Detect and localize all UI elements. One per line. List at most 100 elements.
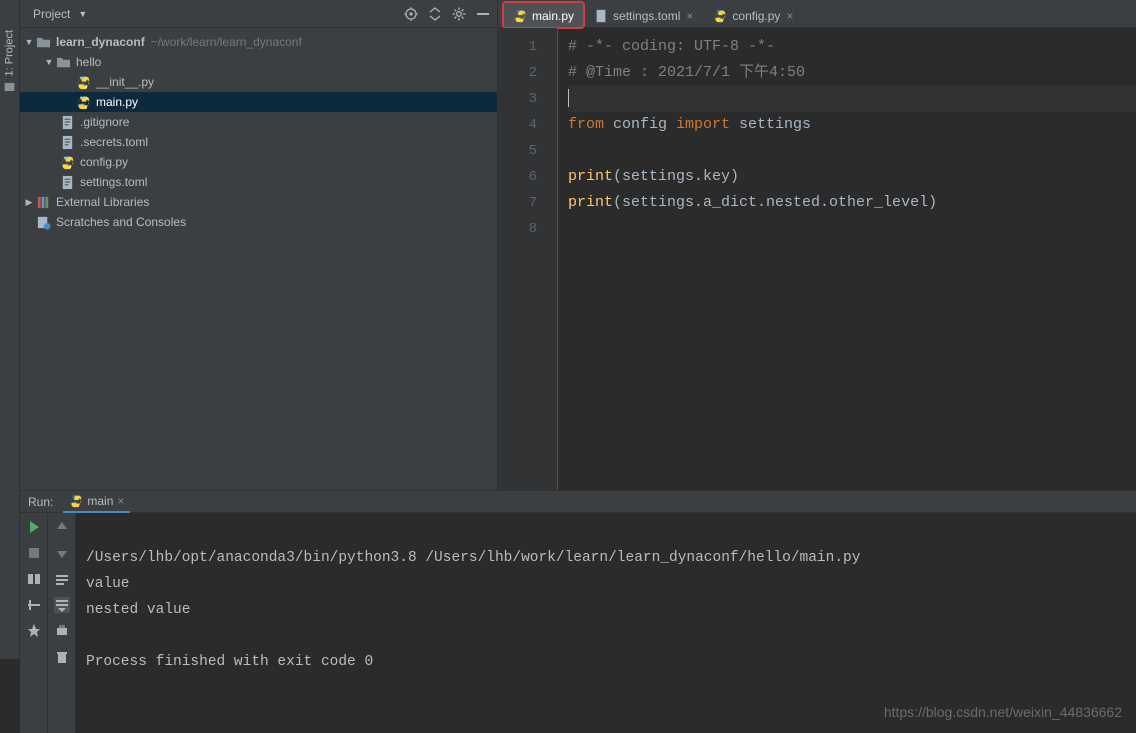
tree-external-libraries[interactable]: ▶ External Libraries — [20, 192, 497, 212]
run-console[interactable]: /Users/lhb/opt/anaconda3/bin/python3.8 /… — [76, 513, 1136, 733]
tree-file-init[interactable]: __init__.py — [20, 72, 497, 92]
code-editor[interactable]: # -*- coding: UTF-8 -*- # @Time : 2021/7… — [558, 28, 1136, 490]
close-icon[interactable]: × — [786, 9, 793, 23]
sidebar-title-text: Project — [33, 7, 70, 21]
text-file-icon — [60, 135, 75, 150]
watermark: https://blog.csdn.net/weixin_44836662 — [884, 699, 1122, 725]
tree-item-label: hello — [76, 55, 101, 69]
tab-label: config.py — [732, 9, 780, 23]
line-number: 6 — [498, 164, 537, 190]
code-text: # @Time : 2021/7/1 下午4:50 — [568, 64, 805, 81]
run-body: /Users/lhb/opt/anaconda3/bin/python3.8 /… — [20, 513, 1136, 733]
close-icon[interactable]: × — [117, 494, 124, 508]
toolstrip-project-label: 1: Project — [4, 30, 16, 76]
tool-strip: 1: Project — [0, 0, 20, 659]
code-text: print — [568, 168, 613, 185]
tree-root-label: learn_dynaconf — [56, 35, 145, 49]
tree-scratches[interactable]: Scratches and Consoles — [20, 212, 497, 232]
code-text: from — [568, 116, 604, 133]
scratches-icon — [36, 215, 51, 230]
run-pin-button[interactable] — [26, 623, 42, 639]
scroll-to-end-button[interactable] — [54, 597, 70, 613]
code-text: print — [568, 194, 613, 211]
hide-icon[interactable] — [475, 6, 491, 22]
line-number: 7 — [498, 190, 537, 216]
scroll-down-button[interactable] — [54, 545, 70, 561]
run-toolwindow: Run: main × /Users/lhb/ — [20, 490, 1136, 659]
code-text: import — [676, 116, 730, 133]
line-number: 8 — [498, 216, 537, 242]
tab-label: main.py — [532, 9, 574, 23]
console-line: nested value — [86, 602, 190, 618]
project-sidebar: Project ▼ ▼ learn_dynaconf ~/work/learn/… — [20, 0, 498, 490]
code-text: config — [604, 116, 676, 133]
gutter: 1 2 3 4 5 6 7 8 — [498, 28, 558, 490]
python-file-icon — [76, 95, 91, 110]
editor: main.py settings.toml × config.py × 1 2 … — [498, 0, 1136, 490]
caret — [568, 89, 569, 107]
chevron-down-icon: ▼ — [24, 37, 34, 47]
console-line: Process finished with exit code 0 — [86, 654, 373, 670]
python-file-icon — [76, 75, 91, 90]
line-number: 4 — [498, 112, 537, 138]
tree-file-secrets[interactable]: .secrets.toml — [20, 132, 497, 152]
trash-button[interactable] — [54, 649, 70, 665]
tree-root[interactable]: ▼ learn_dynaconf ~/work/learn/learn_dyna… — [20, 32, 497, 52]
code-text: settings — [730, 116, 811, 133]
tree-file-config[interactable]: config.py — [20, 152, 497, 172]
tree-folder-hello[interactable]: ▼ hello — [20, 52, 497, 72]
tree-root-path: ~/work/learn/learn_dynaconf — [151, 35, 302, 49]
run-attach-button[interactable] — [26, 597, 42, 613]
line-number: 5 — [498, 138, 537, 164]
python-file-icon — [60, 155, 75, 170]
line-number: 2 — [498, 60, 537, 86]
soft-wrap-button[interactable] — [54, 571, 70, 587]
python-file-icon — [513, 9, 527, 23]
tree-file-settings[interactable]: settings.toml — [20, 172, 497, 192]
line-number: 1 — [498, 34, 537, 60]
code-text: (settings.key) — [613, 168, 739, 185]
code-area: 1 2 3 4 5 6 7 8 # -*- coding: UTF-8 -*- … — [498, 28, 1136, 490]
run-stop-button[interactable] — [26, 545, 42, 561]
tree-item-label: .secrets.toml — [80, 135, 148, 149]
text-file-icon — [60, 115, 75, 130]
print-button[interactable] — [54, 623, 70, 639]
tab-settings[interactable]: settings.toml × — [585, 3, 702, 27]
tree-item-label: Scratches and Consoles — [56, 215, 186, 229]
console-line: /Users/lhb/opt/anaconda3/bin/python3.8 /… — [86, 550, 860, 566]
tab-main[interactable]: main.py — [504, 3, 583, 27]
code-text: (settings.a_dict.nested.other_level) — [613, 194, 937, 211]
locate-icon[interactable] — [403, 6, 419, 22]
run-config-name: main — [87, 494, 113, 508]
tree-item-label: External Libraries — [56, 195, 149, 209]
dropdown-icon: ▼ — [78, 9, 87, 19]
gear-icon[interactable] — [451, 6, 467, 22]
console-line: value — [86, 576, 130, 592]
run-toolbar — [20, 513, 76, 733]
toolstrip-project[interactable]: 1: Project — [3, 30, 16, 93]
tree-item-label: config.py — [80, 155, 128, 169]
scroll-up-button[interactable] — [54, 519, 70, 535]
run-label: Run: — [28, 495, 53, 509]
run-config-tab[interactable]: main × — [63, 491, 130, 513]
sidebar-title[interactable]: Project ▼ — [28, 7, 87, 21]
tree-file-gitignore[interactable]: .gitignore — [20, 112, 497, 132]
run-header: Run: main × — [20, 491, 1136, 513]
python-file-icon — [713, 9, 727, 23]
close-icon[interactable]: × — [686, 9, 693, 23]
run-layout-button[interactable] — [26, 571, 42, 587]
python-icon — [69, 494, 83, 508]
expand-all-icon[interactable] — [427, 6, 443, 22]
project-tree: ▼ learn_dynaconf ~/work/learn/learn_dyna… — [20, 28, 497, 232]
tab-config[interactable]: config.py × — [704, 3, 802, 27]
folder-icon — [56, 55, 71, 70]
tree-item-label: main.py — [96, 95, 138, 109]
run-play-button[interactable] — [26, 519, 42, 535]
folder-icon — [36, 35, 51, 50]
text-file-icon — [60, 175, 75, 190]
tree-file-main[interactable]: main.py — [20, 92, 497, 112]
tree-item-label: .gitignore — [80, 115, 129, 129]
text-file-icon — [594, 9, 608, 23]
sidebar-header: Project ▼ — [20, 0, 497, 28]
editor-tabs: main.py settings.toml × config.py × — [498, 0, 1136, 28]
